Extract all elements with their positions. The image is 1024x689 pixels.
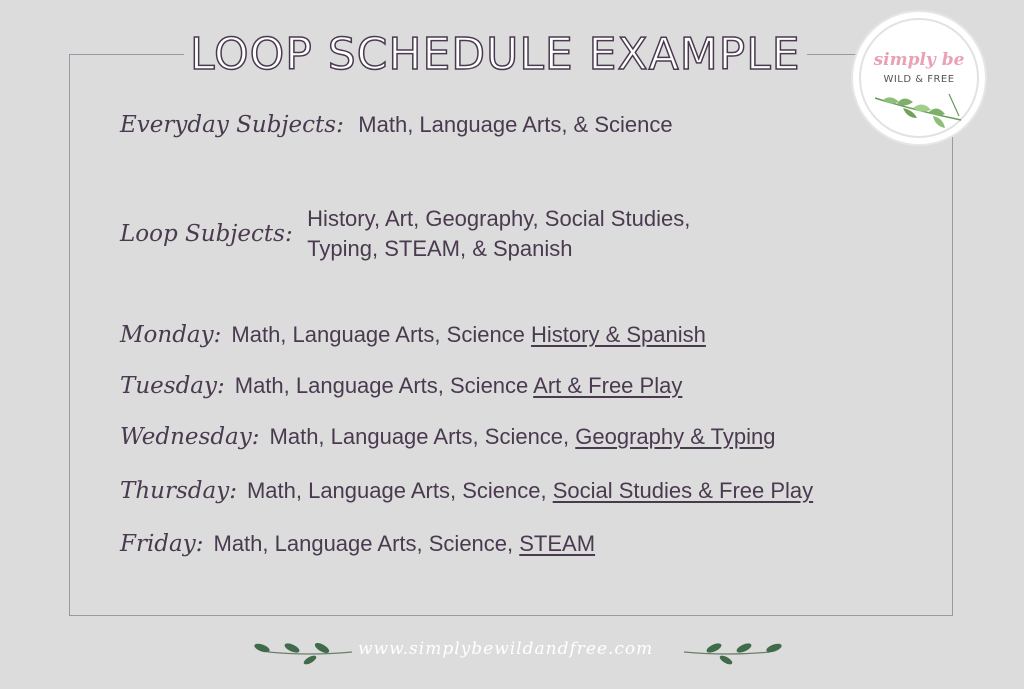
brand-logo[interactable]: simply be WILD & FREE	[853, 12, 985, 144]
loop-subjects-line-2: Typing, STEAM, & Spanish	[307, 236, 573, 261]
day-core-subjects: Math, Language Arts, Science,	[213, 531, 520, 556]
day-row-monday: Monday: Math, Language Arts, Science Hist…	[120, 322, 706, 348]
logo-sub-text: WILD & FREE	[883, 74, 955, 85]
day-loop-subjects: Social Studies & Free Play	[552, 478, 814, 503]
everyday-subjects-label: Everyday Subjects:	[120, 112, 344, 138]
logo-script-text: simply be	[873, 50, 965, 70]
everyday-subjects-row: Everyday Subjects: Math, Language Arts, …	[120, 112, 673, 138]
leaf-vine-icon-left	[254, 642, 353, 665]
day-row-friday: Friday: Math, Language Arts, Science, STE…	[120, 531, 595, 557]
day-core-subjects: Math, Language Arts, Science,	[246, 478, 553, 503]
loop-subjects-label: Loop Subjects:	[120, 221, 293, 247]
day-loop-subjects: Art & Free Play	[533, 373, 683, 398]
day-label: Wednesday:	[120, 424, 260, 450]
day-loop-subjects: Geography & Typing	[575, 424, 776, 449]
loop-subjects-line-1: History, Art, Geography, Social Studies,	[307, 206, 691, 231]
day-label: Tuesday:	[120, 373, 225, 399]
loop-subjects-value: History, Art, Geography, Social Studies,…	[307, 204, 690, 264]
day-row-wednesday: Wednesday: Math, Language Arts, Science, …	[120, 424, 775, 450]
day-row-thursday: Thursday: Math, Language Arts, Science, S…	[120, 478, 813, 504]
day-label: Friday:	[120, 531, 204, 557]
footer: www.simplybewildandfree.com	[250, 636, 790, 666]
leaf-branch-icon	[874, 93, 962, 128]
website-url[interactable]: www.simplybewildandfree.com	[358, 639, 653, 659]
everyday-subjects-value: Math, Language Arts, & Science	[358, 112, 673, 137]
day-loop-subjects: STEAM	[519, 531, 596, 556]
day-core-subjects: Math, Language Arts, Science	[234, 373, 534, 398]
page-title: LOOP SCHEDULE EXAMPLE	[184, 28, 807, 82]
day-row-tuesday: Tuesday: Math, Language Arts, Science Art…	[120, 373, 682, 399]
day-core-subjects: Math, Language Arts, Science,	[269, 424, 576, 449]
leaf-vine-icon-right	[683, 643, 782, 665]
day-core-subjects: Math, Language Arts, Science	[231, 322, 532, 347]
day-label: Monday:	[120, 322, 222, 348]
day-loop-subjects: History & Spanish	[531, 322, 706, 347]
day-label: Thursday:	[120, 478, 237, 504]
loop-subjects-row: Loop Subjects: History, Art, Geography, …	[120, 204, 690, 264]
